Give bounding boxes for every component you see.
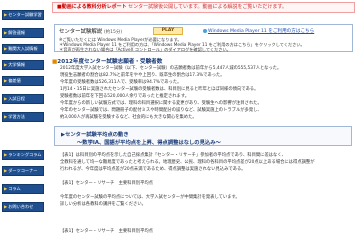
sidebar-item-schedule[interactable]: ▶入試日程 bbox=[2, 94, 44, 104]
arrow-icon: ▶ bbox=[4, 62, 8, 67]
paragraph: 約3,000人が再試験を受験するなど、社会的にも大きな関心を集めた。 bbox=[60, 115, 197, 120]
paragraph: 【表1】センター・リサーチ 主要科目別平均点 bbox=[60, 181, 153, 186]
player-title-text: センター試験解説 bbox=[59, 29, 103, 35]
paragraph: 2012年度大学入試センター試験（以下、センター試験）の志願者数は前年から5,4… bbox=[60, 66, 282, 71]
paragraph: 行われるが、今年度は平均点差が20点未満であるため、得点調整は実施されない見込み… bbox=[60, 167, 246, 172]
sidebar-item-label: 偏差値 bbox=[8, 78, 21, 83]
callout-heading: ▶センター試験平均点の動き bbox=[61, 132, 129, 138]
paragraph: 【表1】は科目別の平均点を示した自己採点集計「センター・リサーチ」参加者の平均点… bbox=[60, 153, 286, 158]
wmp11-link-text: Windows Media Player 11 をご利用の方はこちら bbox=[208, 29, 315, 34]
notice-heading: ■動画による教科分析レポート bbox=[57, 4, 127, 10]
paragraph: 今年度からの新しい試験方式では、理科の科目選択に関する変更があり、受験生への影響… bbox=[60, 101, 262, 106]
table-caption: 【表1】センター・リサーチ 主要科目別平均点 bbox=[60, 229, 153, 234]
sidebar-item-label: コラム bbox=[8, 186, 21, 191]
paragraph: 今年度の受験者数は526,311人で、受験率は94.7%であった。 bbox=[60, 80, 182, 85]
arrow-icon: ▶ bbox=[4, 152, 8, 157]
player-note: ＊音声が再生されない場合は「ActiveX コントロール」のダイアログを確認して… bbox=[59, 47, 231, 52]
paragraph: 今年のセンター試験では、問題冊子の配付ミスや時間配分の誤りなど、試験実施上のトラ… bbox=[60, 108, 262, 113]
sidebar-item-hensachi[interactable]: ▶偏差値 bbox=[2, 76, 44, 86]
sidebar-item-univ-info[interactable]: ▶大学情報 bbox=[2, 60, 44, 70]
arrow-icon: ▶ bbox=[4, 204, 8, 209]
sidebar-item-label: 大学情報 bbox=[8, 62, 25, 67]
media-player-icon bbox=[203, 28, 207, 33]
sidebar-item-label: ダーツコーナー bbox=[8, 168, 38, 173]
paragraph: 現役生志願者の割合は82.7%と前年をやや上回り、既卒生の割合は17.3%であっ… bbox=[60, 73, 225, 78]
arrow-icon: ▶ bbox=[4, 96, 8, 101]
player-duration: (約15分) bbox=[103, 30, 123, 35]
callout-subheading: ～数学ⅠA、国語が平均点を上昇、得点調整はなしの見込み～ bbox=[77, 140, 221, 146]
sidebar-item-label: お問い合わせ bbox=[8, 204, 34, 209]
notice-text: センター試験後公開しています。動画による解説をご覧いただけます。 bbox=[128, 4, 287, 10]
video-player-panel: センター試験解説 (約15分) PLAY Windows Media Playe… bbox=[54, 24, 353, 52]
sidebar-item-label: 解答速報 bbox=[8, 30, 25, 35]
average-score-callout: ▶センター試験平均点の動き ～数学ⅠA、国語が平均点を上昇、得点調整はなしの見込… bbox=[54, 126, 352, 146]
sidebar-item-darts[interactable]: ▶ダーツコーナー bbox=[2, 166, 44, 176]
arrow-icon: ▶ bbox=[4, 12, 8, 17]
paragraph: 詳しい分析は各教科の講評をご覧ください。 bbox=[60, 202, 146, 207]
sidebar-item-label: 入試日程 bbox=[8, 96, 25, 101]
arrow-icon: ▶ bbox=[4, 46, 8, 51]
sidebar-item-label: ランキングコラム bbox=[8, 152, 42, 157]
video-notice-banner: ■動画による教科分析レポート センター試験後公開しています。動画による解説をご覧… bbox=[52, 2, 355, 13]
sidebar-item-center-study[interactable]: ▶センター試験学習 bbox=[2, 10, 44, 20]
section-title-applicants: ■2012年度センター試験志願者・受験者数 bbox=[52, 57, 212, 65]
play-button[interactable]: PLAY bbox=[153, 27, 183, 35]
arrow-icon: ▶ bbox=[4, 78, 8, 83]
main-content: ■動画による教科分析レポート センター試験後公開しています。動画による解説をご覧… bbox=[52, 0, 358, 240]
left-sidebar: ▶センター試験学習 ▶解答速報 ▶難関大入試情報 ▶大学情報 ▶偏差値 ▶入試日… bbox=[0, 0, 46, 240]
sidebar-item-column[interactable]: ▶コラム bbox=[2, 184, 44, 194]
paragraph: 全教科を通して均一な難易度であったと考えられる。地理歴史、公民、理科の各科目の平… bbox=[60, 160, 315, 165]
arrow-icon: ▶ bbox=[4, 114, 8, 119]
wmp11-link[interactable]: Windows Media Player 11 をご利用の方はこちら bbox=[203, 28, 314, 34]
paragraph: 1月14・15日に実施されたセンター試験の受験者数は、科目別に見ると昨年とほぼ同… bbox=[60, 87, 259, 92]
sidebar-item-label: 学習方法 bbox=[8, 114, 25, 119]
paragraph: 受験者数は前年を下回る520,000人余りであったと推定されます。 bbox=[60, 94, 190, 99]
paragraph: 今年度のセンター試験の平均点については、大学入試センターが中間集計を発表していま… bbox=[60, 195, 240, 200]
sidebar-item-ranking[interactable]: ▶ランキングコラム bbox=[2, 150, 44, 160]
arrow-icon: ▶ bbox=[4, 30, 8, 35]
arrow-icon: ▶ bbox=[4, 186, 8, 191]
player-title: センター試験解説 (約15分) bbox=[59, 27, 122, 35]
sidebar-item-label: 難関大入試情報 bbox=[8, 46, 38, 51]
sidebar-item-answers[interactable]: ▶解答速報 bbox=[2, 28, 44, 38]
sidebar-item-study-method[interactable]: ▶学習方法 bbox=[2, 112, 44, 122]
sidebar-item-difficult-univ[interactable]: ▶難関大入試情報 bbox=[2, 44, 44, 54]
arrow-icon: ▶ bbox=[4, 168, 8, 173]
sidebar-item-contact[interactable]: ▶お問い合わせ bbox=[2, 202, 44, 212]
sidebar-item-label: センター試験学習 bbox=[8, 12, 42, 17]
